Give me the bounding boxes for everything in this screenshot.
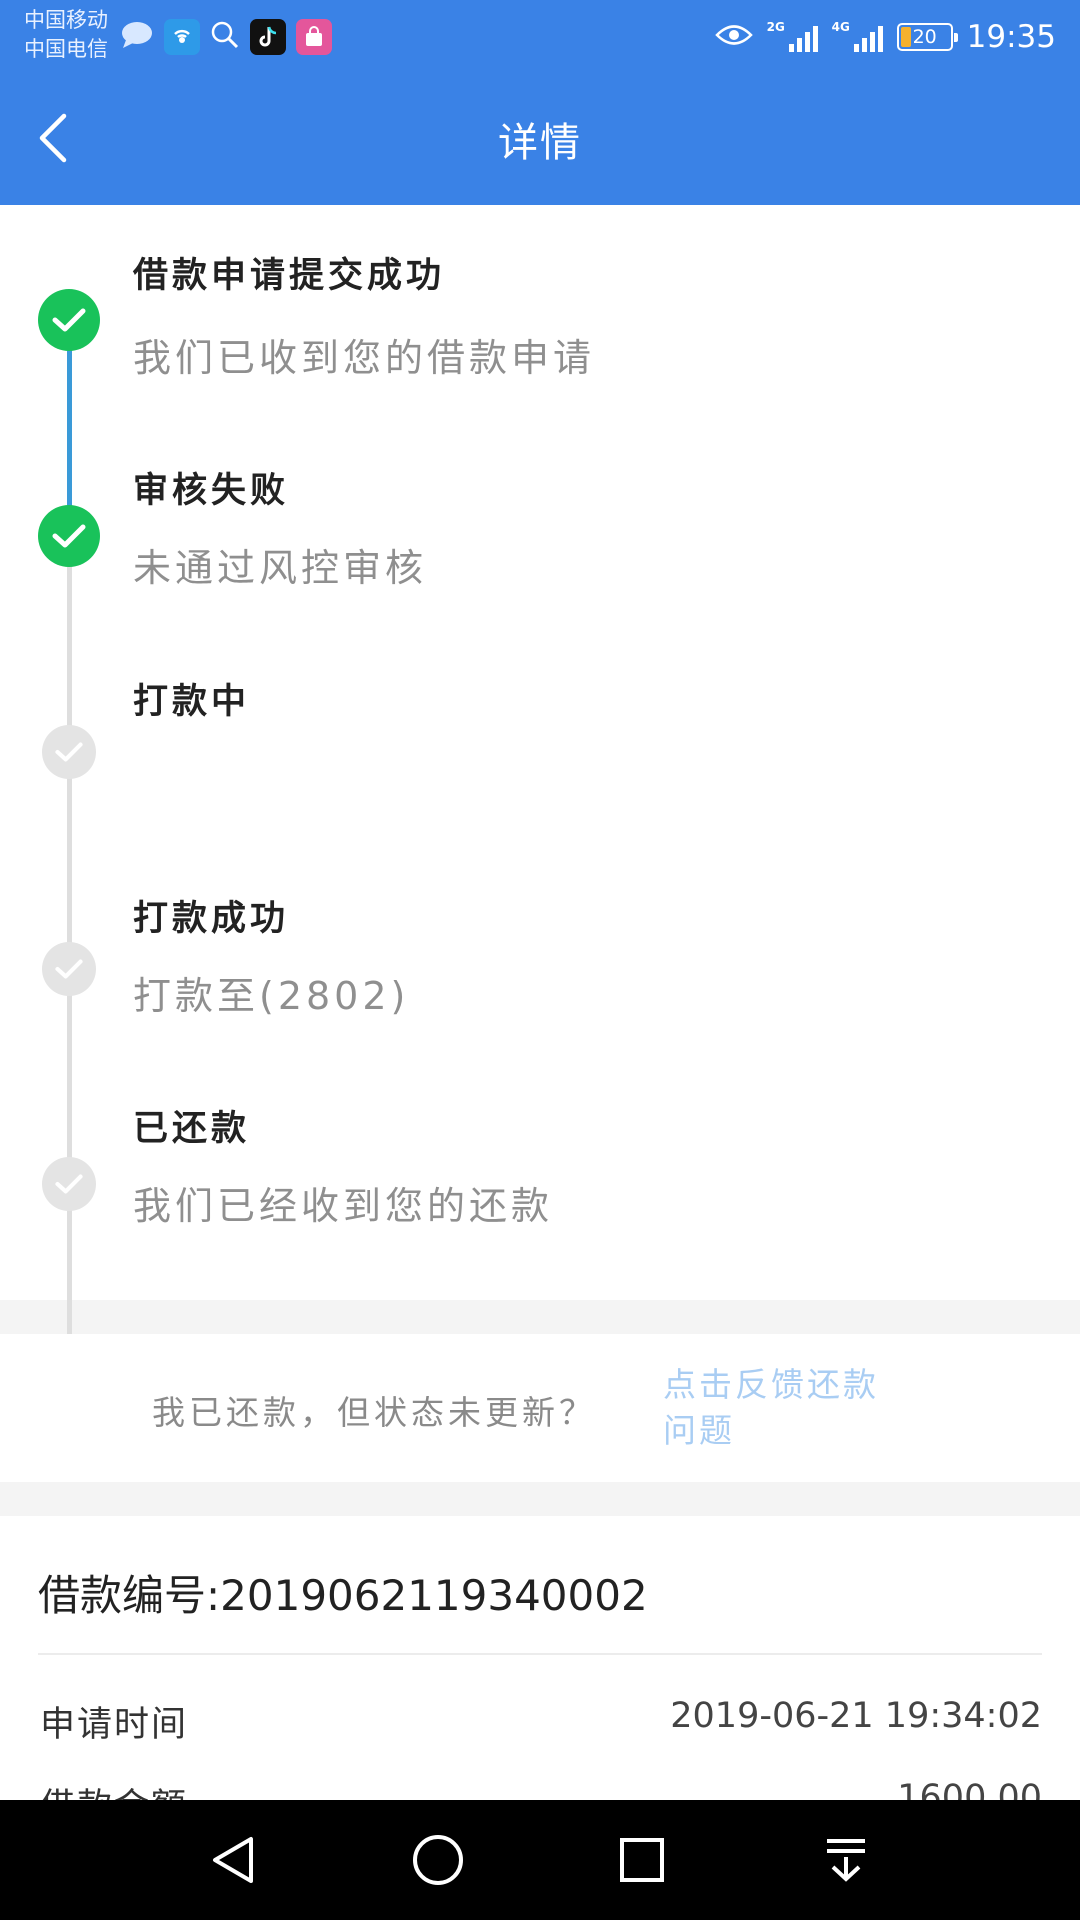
feedback-link[interactable]: 点击反馈还款 问题 <box>663 1362 923 1454</box>
pull-down-icon <box>827 1839 865 1882</box>
screen: 中国移动 中国电信 2G 4G 20 19:35 详情 借款申请提交成功 我们已… <box>0 0 1080 1920</box>
step-1-description: 我们已收到您的借款申请 <box>133 336 596 380</box>
step-4-description: 打款至(2802) <box>133 974 410 1018</box>
notification-icons <box>120 18 332 56</box>
apply-time-label: 申请时间 <box>40 1705 189 1745</box>
step-2-title: 审核失败 <box>133 471 290 511</box>
system-status-icons: 2G 4G 20 19:35 <box>714 16 1056 58</box>
feedback-link-line-1: 点击反馈还款 <box>663 1365 879 1404</box>
page-title: 详情 <box>498 120 582 166</box>
nav-back-button[interactable] <box>194 1824 274 1896</box>
square-recents-icon <box>620 1838 664 1882</box>
divider <box>38 1653 1042 1655</box>
title-bar: 详情 <box>0 74 1080 205</box>
loan-status-timeline: 借款申请提交成功 我们已收到您的借款申请 审核失败 未通过风控审核 打款中 打款… <box>0 205 1080 1398</box>
message-icon <box>120 20 154 54</box>
step-5-check-icon <box>42 1157 96 1211</box>
carrier-names: 中国移动 中国电信 <box>24 6 108 64</box>
step-3-title: 打款中 <box>133 682 251 722</box>
feedback-link-line-2: 问题 <box>663 1411 735 1450</box>
step-1-title: 借款申请提交成功 <box>133 256 446 296</box>
tiktok-icon <box>250 19 286 55</box>
carrier-1: 中国移动 <box>24 8 108 32</box>
step-4-title: 打款成功 <box>133 899 290 939</box>
system-navigation-bar <box>0 1800 1080 1920</box>
status-bar: 中国移动 中国电信 2G 4G 20 19:35 <box>0 0 1080 74</box>
search-icon <box>210 20 240 54</box>
step-1-check-icon <box>38 289 100 351</box>
triangle-back-icon <box>213 1837 253 1883</box>
repayment-feedback-section: 我已还款，但状态未更新？ 点击反馈还款 问题 <box>0 1334 1080 1482</box>
apply-time-value: 2019-06-21 19:34:02 <box>670 1696 1042 1736</box>
step-5-description: 我们已经收到您的还款 <box>133 1184 554 1228</box>
shopping-app-icon <box>296 19 332 55</box>
battery-icon: 20 <box>896 23 958 51</box>
feedback-question: 我已还款，但状态未更新？ <box>152 1393 596 1432</box>
clock: 19:35 <box>966 19 1056 55</box>
eye-comfort-icon <box>714 22 753 52</box>
step-4-check-icon <box>42 942 96 996</box>
step-5-title: 已还款 <box>133 1109 251 1149</box>
nav-notification-button[interactable] <box>806 1824 886 1896</box>
step-2-check-icon <box>38 505 100 567</box>
wifi-hotspot-icon <box>164 19 200 55</box>
battery-level: 20 <box>912 26 937 48</box>
circle-home-icon <box>413 1835 463 1885</box>
signal-2g-icon: 2G <box>767 20 818 52</box>
nav-home-button[interactable] <box>398 1824 478 1896</box>
signal-4g-icon: 4G <box>832 20 883 52</box>
nav-recents-button[interactable] <box>602 1824 682 1896</box>
carrier-2: 中国电信 <box>24 37 108 61</box>
step-2-description: 未通过风控审核 <box>133 546 428 590</box>
step-3-check-icon <box>42 725 96 779</box>
loan-number: 借款编号:2019062119340002 <box>38 1571 648 1620</box>
